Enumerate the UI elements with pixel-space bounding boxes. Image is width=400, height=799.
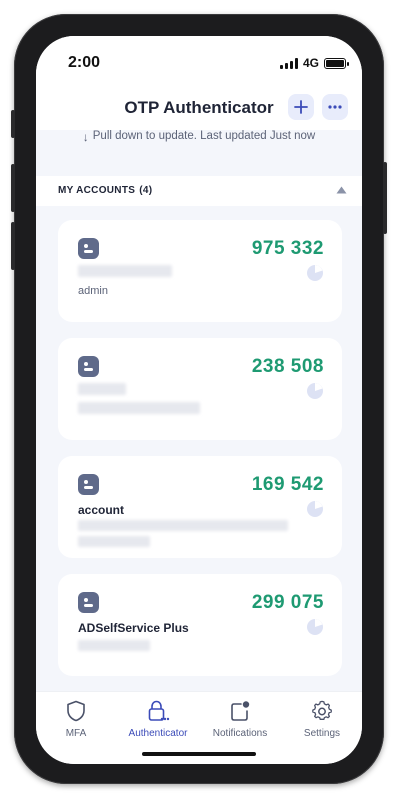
otp-code: 299 075	[251, 592, 324, 613]
pull-to-refresh-hint: ↓ Pull down to update. Last updated Just…	[36, 130, 362, 176]
volume-up-button	[11, 164, 15, 212]
account-icon	[78, 474, 99, 495]
notification-badge-icon	[231, 701, 250, 721]
tab-label: Authenticator	[128, 728, 188, 739]
redacted-account-name	[78, 265, 172, 277]
section-title: MY ACCOUNTS (4)	[58, 185, 152, 196]
timer-pie-icon	[307, 501, 323, 517]
timer-pie-icon	[307, 383, 323, 399]
account-name: account	[78, 503, 125, 517]
more-options-button[interactable]	[322, 94, 348, 120]
app-header: OTP Authenticator	[36, 90, 362, 130]
redacted-account-subtitle	[78, 640, 150, 651]
more-dots-icon	[328, 105, 342, 109]
timer-pie-icon	[307, 619, 323, 635]
redacted-account-name	[78, 383, 126, 395]
gear-icon	[312, 700, 332, 720]
account-icon	[78, 356, 99, 377]
power-button	[383, 162, 387, 234]
timer-pie-icon	[307, 265, 323, 281]
arrow-down-icon: ↓	[82, 130, 89, 144]
redacted-account-subtitle	[78, 402, 200, 414]
add-account-button[interactable]	[288, 94, 314, 120]
mute-switch	[11, 110, 15, 138]
account-count: (4)	[139, 185, 153, 196]
otp-code: 975 332	[251, 238, 324, 259]
home-indicator[interactable]	[142, 752, 256, 756]
account-card[interactable]: 169 542 account	[58, 456, 342, 558]
volume-down-button	[11, 222, 15, 270]
phone-screen: 2:00 4G OTP Authenticator ↓ Pull down to…	[36, 36, 362, 764]
account-icon	[78, 592, 99, 613]
status-time: 2:00	[68, 54, 101, 71]
pull-hint-text: Pull down to update. Last updated Just n…	[92, 130, 316, 142]
shield-icon	[67, 700, 85, 722]
status-indicators: 4G	[279, 56, 349, 70]
account-subtitle: admin	[78, 285, 108, 297]
redacted-account-subtitle-2	[78, 536, 150, 547]
signal-icon	[279, 57, 298, 69]
plus-icon	[294, 100, 308, 114]
redacted-account-subtitle	[78, 520, 288, 531]
account-card[interactable]: 975 332 admin	[58, 220, 342, 322]
otp-code: 169 542	[251, 474, 324, 495]
battery-icon	[324, 57, 349, 69]
network-type: 4G	[302, 56, 319, 70]
status-bar: 2:00 4G	[36, 36, 362, 90]
account-card[interactable]: 299 075 ADSelfService Plus	[58, 574, 342, 676]
tab-mfa[interactable]: MFA	[36, 700, 116, 739]
accounts-section-header[interactable]: MY ACCOUNTS (4)	[36, 176, 362, 206]
tab-notifications[interactable]: Notifications	[200, 700, 280, 739]
tab-settings[interactable]: Settings	[282, 700, 362, 739]
account-icon	[78, 238, 99, 259]
lock-dots-icon	[148, 700, 170, 721]
account-name: ADSelfService Plus	[78, 621, 189, 635]
section-title-text: MY ACCOUNTS	[58, 185, 136, 196]
tab-authenticator[interactable]: Authenticator	[118, 700, 198, 739]
account-card[interactable]: 238 508	[58, 338, 342, 440]
otp-code: 238 508	[251, 356, 324, 377]
collapse-triangle-icon[interactable]	[336, 186, 347, 194]
tab-label: MFA	[65, 728, 87, 739]
tab-label: Settings	[303, 728, 341, 739]
tab-label: Notifications	[212, 728, 268, 739]
